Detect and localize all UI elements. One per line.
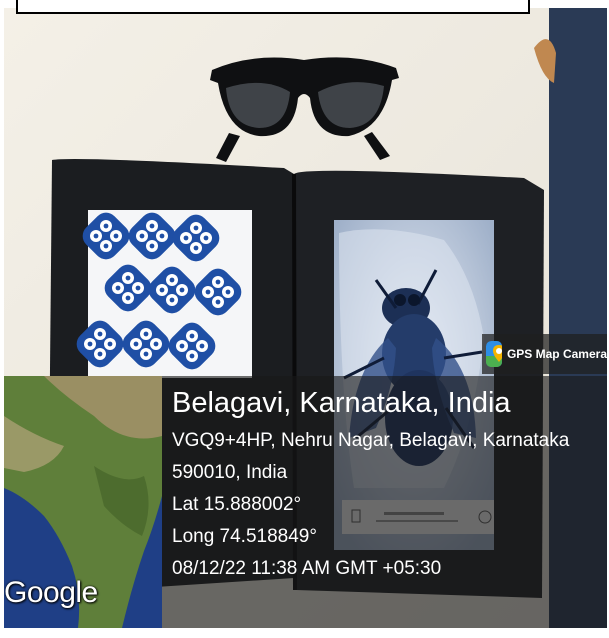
address-line-1: VGQ9+4HP, Nehru Nagar, Belagavi, Karnata… <box>172 430 570 451</box>
map-thumbnail: Google <box>4 376 162 628</box>
top-frame-box <box>16 0 530 14</box>
google-logo: Google <box>4 576 98 609</box>
latitude: Lat 15.888002° <box>172 494 302 515</box>
bottom-border <box>0 628 609 638</box>
gps-map-camera-app-icon <box>486 341 502 367</box>
address-line-2: 590010, India <box>172 462 288 483</box>
photo-scene: GPS Map Camera Google Belagavi, Karnatak… <box>0 0 609 638</box>
location-overlay: Google Belagavi, Karnataka, India VGQ9+4… <box>4 376 607 628</box>
location-info: Belagavi, Karnataka, India VGQ9+4HP, Neh… <box>172 386 602 582</box>
gps-map-camera-label: GPS Map Camera <box>506 347 607 361</box>
gps-map-camera-badge: GPS Map Camera <box>482 334 607 374</box>
longitude: Long 74.518849° <box>172 526 317 547</box>
location-title: Belagavi, Karnataka, India <box>172 387 511 419</box>
timestamp: 08/12/22 11:38 AM GMT +05:30 <box>172 558 442 579</box>
